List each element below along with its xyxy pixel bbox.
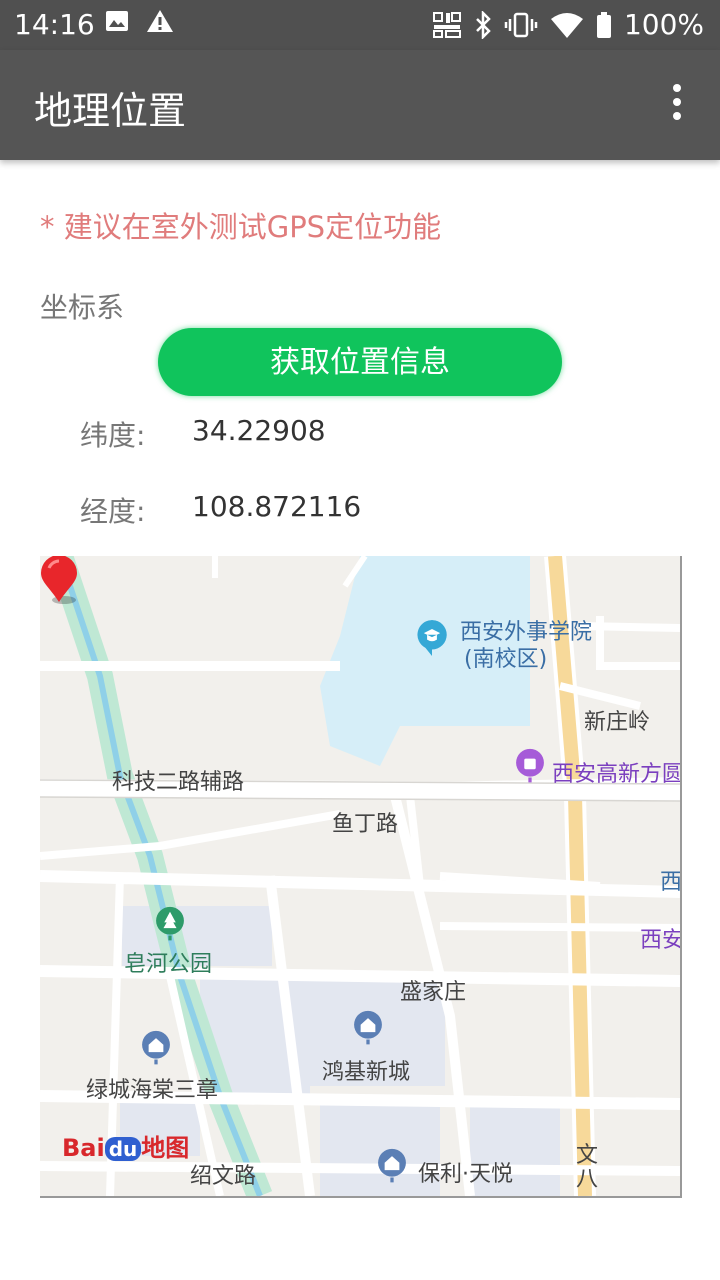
- baidu-map-logo: Bai du 地图: [62, 1128, 189, 1163]
- app-bar: 地理位置: [0, 50, 720, 160]
- system-icons: 100%: [432, 8, 704, 41]
- wifi-icon: [550, 12, 583, 38]
- latitude-value: 34.22908: [192, 414, 326, 447]
- map-label-xian: 西安: [640, 928, 682, 953]
- baidu-logo-map: 地图: [141, 1134, 190, 1162]
- status-bar: 14:16 100%: [0, 0, 720, 50]
- location-marker-icon[interactable]: [40, 556, 78, 606]
- map-label-zaohe-park: 皂河公园: [124, 952, 213, 977]
- baidu-logo-text: Bai: [62, 1134, 105, 1162]
- map-label-xinzhuangling: 新庄岭: [584, 710, 651, 735]
- map-label-xi: 西: [660, 870, 682, 895]
- residential-icon: [142, 1030, 170, 1065]
- battery-percent: 100%: [623, 8, 704, 41]
- map-view[interactable]: 西安外事学院 (南校区) 新庄岭 科技二路辅路 西安高新方圆 鱼丁路 西 西安 …: [40, 556, 682, 1198]
- residential-icon: [354, 1010, 382, 1045]
- gps-hint: * 建议在室外测试GPS定位功能: [40, 210, 442, 244]
- map-label-wenba: 文八: [576, 1143, 599, 1192]
- vibrate-icon: [504, 12, 538, 37]
- coordinate-system-label: 坐标系: [40, 291, 125, 324]
- map-label-yuding-road: 鱼丁路: [332, 812, 399, 837]
- image-icon: [106, 11, 128, 31]
- overflow-menu-icon[interactable]: [662, 84, 692, 124]
- shopping-icon: [516, 748, 544, 783]
- battery-icon: [596, 11, 611, 38]
- map-label-hongji: 鸿基新城: [322, 1060, 411, 1085]
- get-location-button[interactable]: 获取位置信息: [158, 328, 562, 396]
- map-label-gaoxin: 西安高新方圆: [552, 762, 682, 787]
- baidu-logo-du: du: [104, 1137, 142, 1161]
- map-label-keji-road: 科技二路辅路: [112, 770, 245, 795]
- map-label-shaowen-road: 绍文路: [190, 1164, 257, 1189]
- status-time: 14:16: [14, 8, 95, 41]
- longitude-value: 108.872116: [192, 490, 362, 523]
- school-icon: [417, 620, 447, 656]
- residential-icon: [378, 1148, 406, 1183]
- map-label-shengjiazhuang: 盛家庄: [400, 980, 467, 1005]
- bluetooth-icon: [476, 10, 491, 39]
- map-label-lvcheng: 绿城海棠三章: [86, 1078, 219, 1103]
- latitude-label: 纬度:: [80, 419, 146, 452]
- scan-icon: [432, 11, 461, 38]
- warning-icon: [147, 10, 173, 32]
- longitude-label: 经度:: [80, 495, 146, 528]
- park-icon: [156, 906, 184, 941]
- map-label-baoli: 保利·天悦: [418, 1162, 513, 1187]
- page-title: 地理位置: [34, 89, 187, 133]
- notification-icons: [104, 8, 174, 34]
- map-label-xisu-sub: (南校区): [464, 647, 548, 672]
